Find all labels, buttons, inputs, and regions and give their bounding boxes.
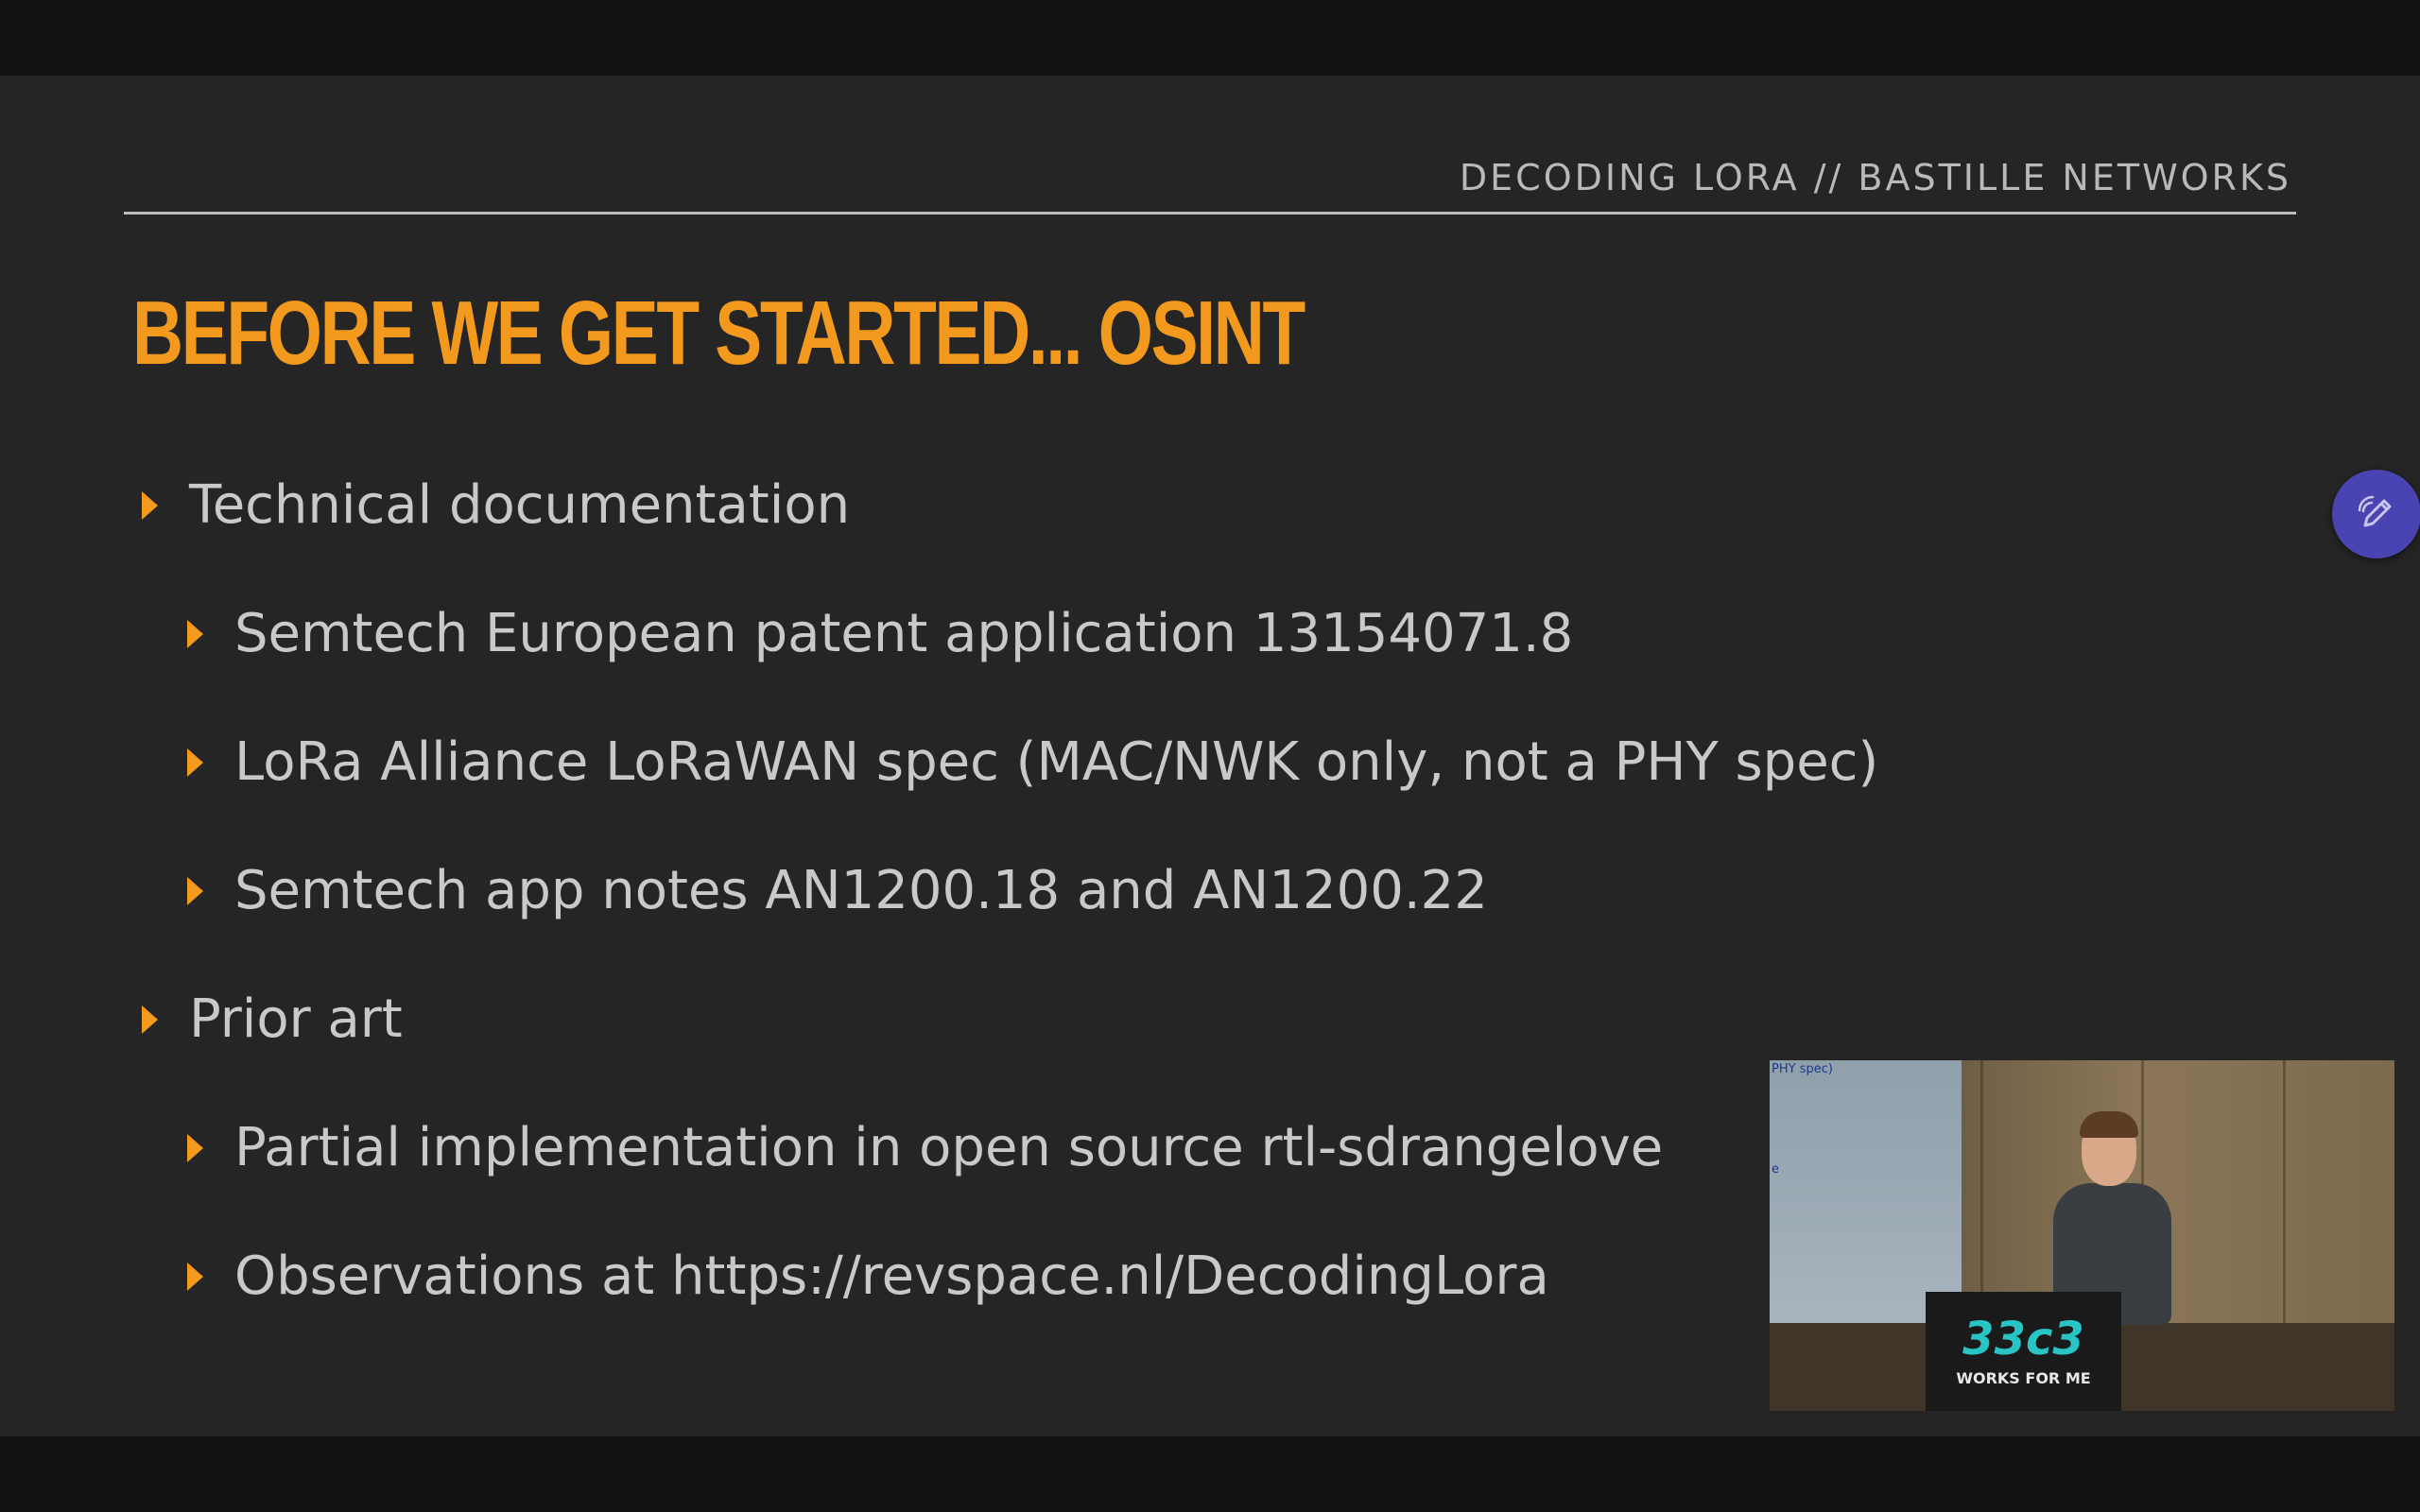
screen-text: PHY spec) [1772, 1062, 1833, 1076]
edit-button[interactable] [2332, 470, 2420, 558]
bullet-text: Prior art [189, 988, 403, 1050]
podium-logo-subtitle: WORKS FOR ME [1956, 1369, 2091, 1387]
letterbox-top [0, 0, 2420, 76]
bullet-arrow-icon [187, 876, 203, 905]
bullet-item: Partial implementation in open source rt… [187, 1117, 1663, 1178]
bullet-text: Observations at https://revspace.nl/Deco… [234, 1246, 1549, 1307]
bullet-item: Semtech app notes AN1200.18 and AN1200.2… [187, 860, 1488, 921]
bullet-text: Semtech app notes AN1200.18 and AN1200.2… [234, 860, 1488, 921]
bullet-arrow-icon [187, 747, 203, 777]
bullet-arrow-icon [142, 490, 158, 520]
bullet-text: Semtech European patent application 1315… [234, 603, 1574, 664]
projection-screen: PHY spec) e [1770, 1060, 1962, 1323]
bullet-text: LoRa Alliance LoRaWAN spec (MAC/NWK only… [234, 731, 1879, 793]
bullet-item: Semtech European patent application 1315… [187, 603, 1573, 664]
bullet-arrow-icon [187, 1262, 203, 1291]
pencil-icon [2358, 495, 2392, 527]
slide-header: DECODING LORA // BASTILLE NETWORKS [1459, 157, 2291, 198]
bullet-item: Technical documentation [142, 474, 850, 536]
screen-text: e [1772, 1162, 1779, 1177]
bullet-text: Technical documentation [189, 474, 851, 536]
letterbox-bottom [0, 1436, 2420, 1512]
speaker-hair [2080, 1111, 2138, 1138]
podium: 33c3 WORKS FOR ME [1926, 1292, 2121, 1411]
slide-title: BEFORE WE GET STARTED... OSINT [132, 283, 1305, 384]
bullet-arrow-icon [187, 619, 203, 648]
bullet-item: Prior art [142, 988, 403, 1050]
bullet-text: Partial implementation in open source rt… [234, 1117, 1664, 1178]
bullet-item: LoRa Alliance LoRaWAN spec (MAC/NWK only… [187, 731, 1878, 793]
bullet-arrow-icon [142, 1005, 158, 1034]
header-divider [124, 212, 2296, 215]
podium-logo: 33c3 [1962, 1313, 2084, 1366]
bullet-item: Observations at https://revspace.nl/Deco… [187, 1246, 1549, 1307]
speaker-video: PHY spec) e 33c3 WORKS FOR ME [1770, 1060, 2394, 1411]
bullet-arrow-icon [187, 1133, 203, 1162]
